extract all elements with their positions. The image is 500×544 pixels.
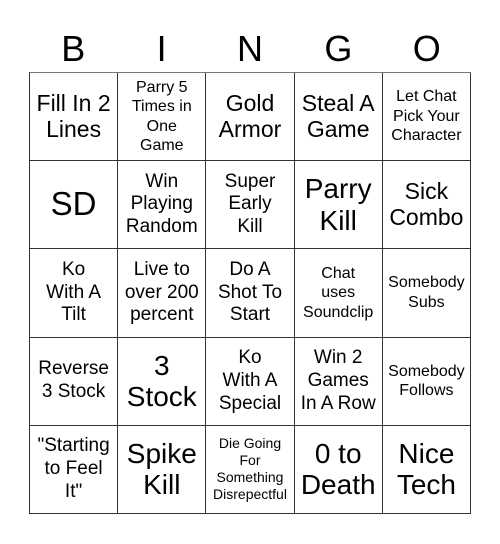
header-letter-o: O	[412, 28, 441, 69]
bingo-cell[interactable]: Nice Tech	[382, 425, 471, 514]
cell-text: 3 Stock	[126, 349, 197, 413]
cell-text: Live to over 200 percent	[124, 258, 199, 326]
cell-text: Parry Kill	[304, 173, 372, 236]
bingo-cell[interactable]: Sick Combo	[382, 161, 471, 250]
bingo-cell[interactable]: Fill In 2 Lines	[30, 73, 119, 162]
cell-text: Win 2 Games In A Row	[300, 347, 376, 414]
bingo-cell[interactable]: Die Going For Something Disrepectful	[206, 425, 295, 514]
bingo-cell[interactable]: Super Early Kill	[206, 161, 295, 250]
cell-text: Somebody Follows	[388, 362, 465, 400]
cell-text: Reverse 3 Stock	[38, 358, 109, 403]
bingo-cell[interactable]: Live to over 200 percent	[118, 249, 207, 338]
bingo-cell[interactable]: Spike Kill	[118, 425, 207, 514]
header-letter-i: I	[156, 28, 167, 69]
cell-text: Spike Kill	[126, 438, 197, 501]
cell-text: Parry 5 Times in One Game	[131, 78, 192, 155]
bingo-cell[interactable]: Gold Armor	[206, 73, 295, 162]
cell-text: Let Chat Pick Your Character	[391, 88, 462, 145]
header-letter-b: B	[61, 28, 86, 69]
cell-text: Ko With A Special	[218, 347, 282, 414]
cell-text: Fill In 2 Lines	[36, 89, 111, 142]
cell-text: Super Early Kill	[224, 170, 276, 238]
bingo-cell[interactable]: Somebody Subs	[382, 249, 471, 338]
bingo-cell[interactable]: Ko With A Tilt	[30, 249, 119, 338]
cell-text: Chat uses Soundclip	[303, 264, 374, 321]
bingo-cell[interactable]: Win 2 Games In A Row	[294, 337, 383, 426]
cell-text: Do A Shot To Start	[217, 258, 283, 326]
cell-text: SD	[50, 185, 97, 223]
bingo-cell[interactable]: Steal A Game	[294, 73, 383, 162]
cell-text: Somebody Subs	[388, 274, 465, 311]
bingo-cell[interactable]: 0 to Death	[294, 425, 383, 514]
bingo-cell[interactable]: Reverse 3 Stock	[30, 337, 119, 426]
header-letter-n: N	[236, 28, 263, 69]
bingo-cell[interactable]: Ko With A Special	[206, 337, 295, 426]
cell-text: Sick Combo	[389, 178, 464, 230]
bingo-header: B I N G O	[29, 26, 471, 72]
bingo-cell[interactable]: 3 Stock	[118, 337, 207, 426]
bingo-cell[interactable]: Let Chat Pick Your Character	[382, 73, 471, 162]
cell-text: "Starting to Feel It"	[37, 435, 110, 502]
cell-text: Gold Armor	[218, 89, 282, 142]
bingo-cell[interactable]: Parry 5 Times in One Game	[118, 73, 207, 162]
bingo-cell[interactable]: Chat uses Soundclip	[294, 249, 383, 338]
cell-text: Ko With A Tilt	[46, 258, 102, 326]
bingo-cell[interactable]: Do A Shot To Start	[206, 249, 295, 338]
bingo-cell[interactable]: SD	[30, 161, 119, 250]
bingo-cell[interactable]: Parry Kill	[294, 161, 383, 250]
bingo-cell[interactable]: Somebody Follows	[382, 337, 471, 426]
bingo-grid: Fill In 2 Lines Parry 5 Times in One Gam…	[29, 72, 471, 514]
cell-text: Die Going For Something Disrepectful	[213, 435, 287, 503]
bingo-cell[interactable]: Win Playing Random	[118, 161, 207, 250]
cell-text: 0 to Death	[300, 438, 376, 501]
bingo-cell[interactable]: "Starting to Feel It"	[30, 425, 119, 514]
cell-text: Win Playing Random	[125, 170, 198, 238]
cell-text: Nice Tech	[396, 438, 456, 501]
cell-text: Steal A Game	[301, 89, 375, 142]
header-letter-g: G	[324, 28, 353, 69]
